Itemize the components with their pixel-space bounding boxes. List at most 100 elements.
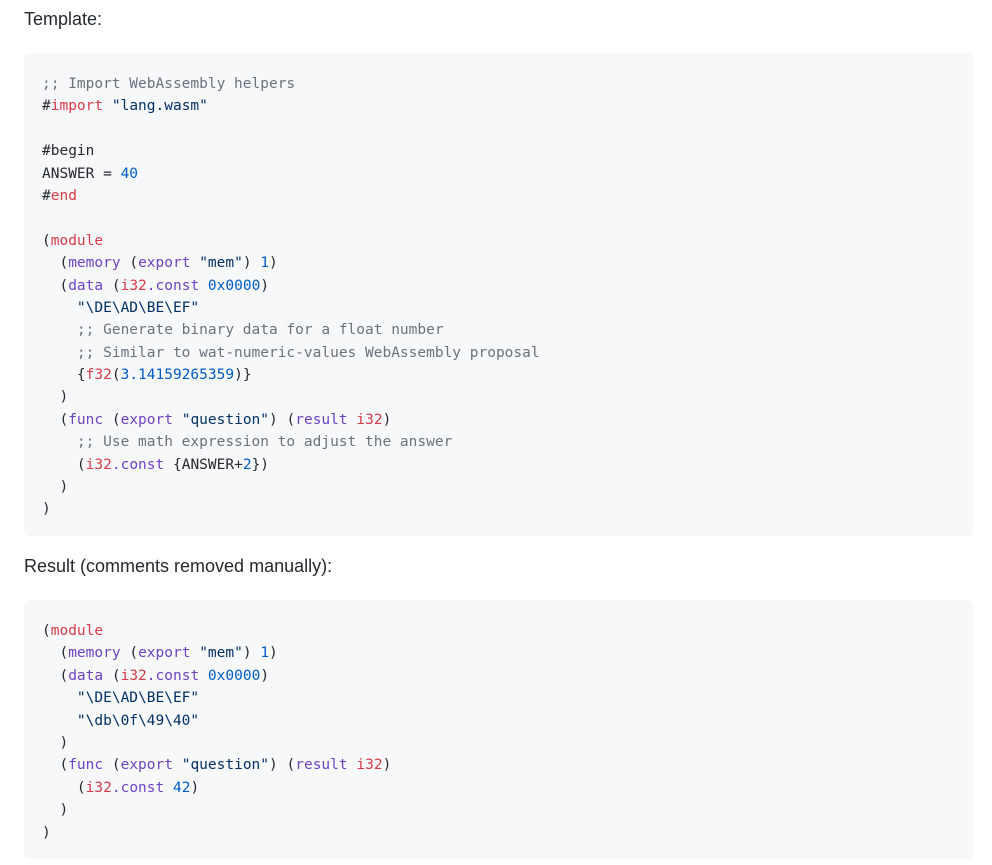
code-line: (memory (export "mem") 1) bbox=[42, 252, 540, 274]
code-line: ANSWER = 40 bbox=[42, 163, 540, 185]
result-code: (module (memory (export "mem") 1) (data … bbox=[42, 620, 391, 844]
code-keyword: result bbox=[295, 411, 348, 428]
code-text: ) bbox=[42, 501, 51, 518]
code-string: "mem" bbox=[199, 645, 243, 662]
code-line: ) bbox=[42, 732, 391, 754]
code-line: (i32.const 42) bbox=[42, 777, 391, 799]
code-line: "\DE\AD\BE\EF" bbox=[42, 687, 391, 709]
code-keyword: memory bbox=[68, 255, 121, 272]
code-line: (data (i32.const 0x0000) bbox=[42, 665, 391, 687]
code-number: 2 bbox=[242, 456, 252, 473]
code-keyword: f32 bbox=[85, 367, 112, 384]
code-line: ) bbox=[42, 799, 391, 821]
code-keyword: i32 bbox=[85, 456, 112, 473]
code-line: ) bbox=[42, 822, 391, 844]
code-line: "\db\0f\49\40" bbox=[42, 710, 391, 732]
code-keyword: i32 bbox=[356, 757, 383, 774]
code-text: ( bbox=[42, 623, 51, 639]
code-text: ANSWER = bbox=[42, 165, 121, 182]
code-keyword: .const bbox=[111, 779, 165, 796]
code-keyword: .const bbox=[111, 456, 165, 473]
code-keyword: import bbox=[50, 98, 104, 115]
code-keyword: i32 bbox=[120, 667, 147, 684]
code-keyword: export bbox=[120, 757, 173, 774]
code-text: {ANSWER+ bbox=[172, 456, 243, 473]
template-code: ;; Import WebAssembly helpers #import "la… bbox=[42, 73, 540, 521]
code-number: 40 bbox=[120, 165, 139, 182]
code-line: ;; Import WebAssembly helpers bbox=[42, 73, 540, 95]
code-string: "lang.wasm" bbox=[111, 98, 208, 115]
code-number: 42 bbox=[172, 779, 191, 796]
code-line: (module bbox=[42, 620, 391, 642]
code-comment: ;; Generate binary data for a float numb… bbox=[76, 322, 444, 339]
code-string: "\DE\AD\BE\EF" bbox=[76, 690, 200, 707]
code-keyword: i32 bbox=[356, 411, 383, 428]
code-text: }) bbox=[251, 456, 270, 473]
code-text: ( bbox=[42, 232, 51, 249]
code-keyword: module bbox=[50, 623, 104, 639]
code-keyword: export bbox=[138, 255, 191, 272]
code-line: ) bbox=[42, 386, 540, 408]
code-keyword: func bbox=[68, 757, 104, 774]
code-text: #begin bbox=[42, 143, 95, 160]
code-keyword: func bbox=[68, 411, 104, 428]
code-line: ) bbox=[42, 476, 540, 498]
code-line: {f32(3.14159265359)} bbox=[42, 364, 540, 386]
code-line: (memory (export "mem") 1) bbox=[42, 642, 391, 664]
code-line: #end bbox=[42, 185, 540, 207]
code-keyword: i32 bbox=[120, 277, 147, 294]
code-number: 1 bbox=[260, 645, 270, 662]
code-line: (func (export "question") (result i32) bbox=[42, 754, 391, 776]
code-comment: ;; Import WebAssembly helpers bbox=[42, 76, 296, 92]
code-text: # bbox=[42, 98, 51, 115]
code-keyword: .const bbox=[146, 277, 200, 294]
code-line: ) bbox=[42, 498, 540, 520]
code-line: #begin bbox=[42, 140, 540, 162]
code-text: # bbox=[42, 187, 51, 204]
code-line: ;; Use math expression to adjust the ans… bbox=[42, 431, 540, 453]
code-line: (func (export "question") (result i32) bbox=[42, 409, 540, 431]
result-label: Result (comments removed manually): bbox=[24, 556, 333, 576]
code-line: "\DE\AD\BE\EF" bbox=[42, 297, 540, 319]
code-line: ;; Similar to wat-numeric-values WebAsse… bbox=[42, 342, 540, 364]
code-line: ;; Generate binary data for a float numb… bbox=[42, 319, 540, 341]
code-keyword: .const bbox=[146, 667, 200, 684]
code-keyword: export bbox=[138, 645, 191, 662]
code-line: (i32.const {ANSWER+2}) bbox=[42, 454, 540, 476]
template-label: Template: bbox=[24, 9, 103, 29]
template-code-block: ;; Import WebAssembly helpers #import "la… bbox=[24, 53, 973, 536]
code-number: 1 bbox=[260, 255, 270, 272]
code-keyword: data bbox=[68, 667, 104, 684]
code-comment: ;; Similar to wat-numeric-values WebAsse… bbox=[76, 344, 540, 361]
code-number: 0x0000 bbox=[207, 277, 261, 294]
code-line: #import "lang.wasm" bbox=[42, 95, 540, 117]
code-keyword: data bbox=[68, 277, 104, 294]
code-keyword: export bbox=[120, 411, 173, 428]
code-number: 3.14159265359 bbox=[120, 367, 235, 384]
code-string: "question" bbox=[181, 757, 270, 774]
code-keyword: memory bbox=[68, 645, 121, 662]
code-string: "question" bbox=[181, 411, 270, 428]
code-keyword: i32 bbox=[85, 779, 112, 796]
code-number: 0x0000 bbox=[207, 667, 261, 684]
code-keyword: result bbox=[295, 757, 348, 774]
result-code-block: (module (memory (export "mem") 1) (data … bbox=[24, 600, 973, 859]
